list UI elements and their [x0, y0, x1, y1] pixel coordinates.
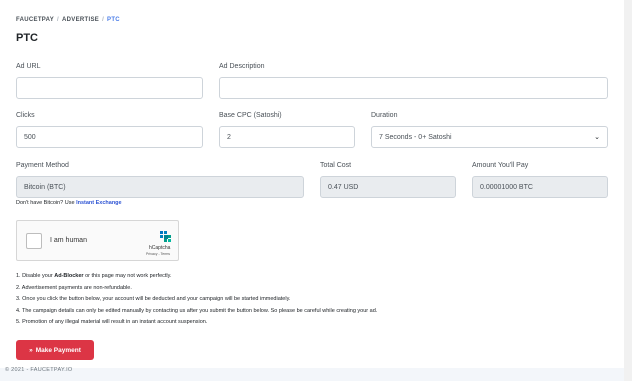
hcaptcha-logo-icon	[160, 231, 171, 242]
breadcrumb: FAUCETPAY / ADVERTISE / PTC	[16, 17, 120, 23]
duration-select[interactable]: 7 Seconds - 0+ Satoshi ⌄	[371, 126, 608, 148]
amount-pay-label: Amount You'll Pay	[472, 162, 529, 169]
ptc-card: FAUCETPAY / ADVERTISE / PTC PTC Ad URL Ad De…	[0, 0, 624, 368]
breadcrumb-separator: /	[57, 17, 60, 23]
captcha-label: I am human	[50, 237, 87, 244]
clicks-label: Clicks	[16, 112, 35, 119]
breadcrumb-faucetpay[interactable]: FAUCETPAY	[16, 17, 54, 23]
ad-url-input[interactable]	[16, 77, 203, 99]
note-1-post: or this page may not work perfectly.	[83, 273, 172, 279]
make-payment-button[interactable]: » Make Payment	[16, 340, 94, 360]
ad-description-input[interactable]	[219, 77, 608, 99]
instant-exchange-link[interactable]: Instant Exchange	[76, 200, 122, 206]
clicks-input[interactable]: 500	[16, 126, 203, 148]
chevron-down-icon: ⌄	[594, 134, 600, 141]
note-4: 4. The campaign details can only be edit…	[16, 307, 378, 314]
exchange-hint: Don't have Bitcoin? Use Instant Exchange	[16, 200, 122, 206]
note-5: 5. Promotion of any illegal material wil…	[16, 319, 208, 325]
footer-copyright: © 2021 - FAUCETPAY.IO	[5, 367, 73, 373]
breadcrumb-advertise[interactable]: ADVERTISE	[62, 17, 99, 23]
campaign-notes: 1. Disable your Ad-Blocker or this page …	[16, 271, 377, 329]
total-cost-label: Total Cost	[320, 162, 352, 169]
note-3: 3. Once you click the button below, your…	[16, 296, 291, 302]
duration-value: 7 Seconds - 0+ Satoshi	[379, 133, 452, 141]
make-payment-label: Make Payment	[35, 346, 81, 354]
exchange-hint-text: Don't have Bitcoin? Use	[16, 200, 77, 206]
page-scrollbar[interactable]	[624, 0, 632, 381]
ad-url-label: Ad URL	[16, 63, 41, 70]
breadcrumb-separator: /	[102, 17, 105, 23]
note-2: 2. Advertisement payments are non-refund…	[16, 284, 132, 291]
double-chevron-right-icon: »	[29, 346, 33, 354]
hcaptcha-widget: I am human hCaptcha Privacy - Terms	[16, 220, 179, 261]
payment-method-field: Bitcoin (BTC)	[16, 176, 304, 198]
breadcrumb-ptc: PTC	[107, 17, 120, 23]
note-1-bold: Ad-Blocker	[54, 273, 84, 279]
captcha-terms[interactable]: Privacy - Terms	[146, 252, 170, 256]
captcha-brand: hCaptcha	[149, 245, 171, 251]
amount-pay-field: 0.00001000 BTC	[472, 176, 608, 198]
ad-description-label: Ad Description	[219, 63, 265, 70]
payment-method-label: Payment Method	[16, 162, 69, 169]
base-cpc-label: Base CPC (Satoshi)	[219, 112, 282, 119]
captcha-checkbox[interactable]	[26, 233, 42, 249]
note-1-pre: 1. Disable your	[16, 273, 55, 279]
page-title: PTC	[16, 32, 38, 44]
total-cost-field: 0.47 USD	[320, 176, 456, 198]
base-cpc-input[interactable]: 2	[219, 126, 355, 148]
duration-label: Duration	[371, 112, 398, 119]
note-1: 1. Disable your Ad-Blocker or this page …	[16, 271, 377, 283]
